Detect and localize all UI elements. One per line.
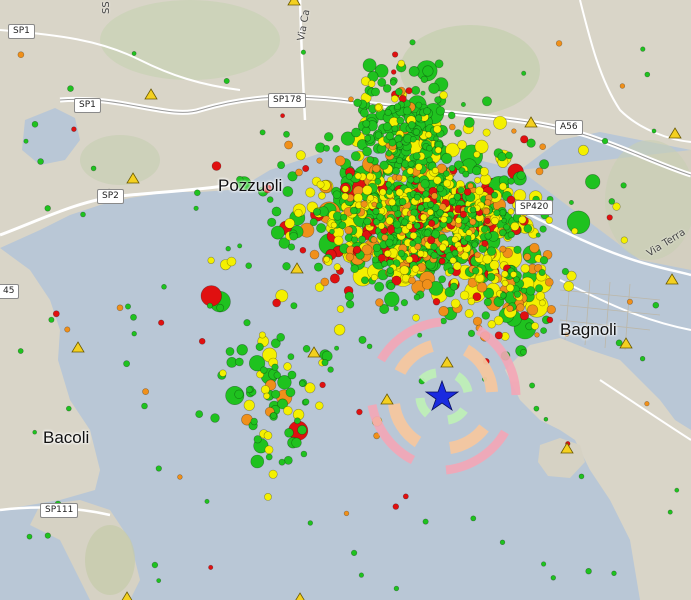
triangle-icon[interactable]	[126, 172, 140, 184]
triangle-icon[interactable]	[560, 442, 574, 454]
triangle-icon[interactable]	[524, 116, 538, 128]
triangle-icon[interactable]	[665, 273, 679, 285]
road-label-sp178: SP178	[268, 93, 307, 108]
place-label-bacoli: Bacoli	[43, 428, 90, 447]
road-label-sp420: SP420	[515, 200, 554, 215]
place-label-pozzuoli: Pozzuoli	[218, 176, 283, 195]
triangle-icon[interactable]	[121, 591, 133, 600]
triangle-icon[interactable]	[619, 337, 633, 349]
triangle-icon[interactable]	[440, 356, 454, 368]
street-label-ss: SS	[101, 1, 112, 14]
triangle-icon[interactable]	[307, 346, 321, 358]
triangle-icon[interactable]	[290, 262, 304, 274]
triangle-icon[interactable]	[294, 592, 306, 600]
triangle-icon[interactable]	[144, 88, 158, 100]
road-label-sp1-b: SP1	[74, 98, 101, 113]
seismic-map[interactable]: SP1 SP1 SP178 SP2 A56 SP420 SP111 45 Via…	[0, 0, 691, 600]
triangle-icon[interactable]	[71, 341, 85, 353]
triangle-icon[interactable]	[380, 393, 394, 405]
stations-layer	[71, 0, 682, 600]
road-label-cut-45: 45	[0, 284, 20, 299]
road-label-a56: A56	[555, 120, 583, 135]
triangle-icon[interactable]	[287, 0, 301, 6]
road-label-sp2: SP2	[97, 189, 124, 204]
place-label-bagnoli: Bagnoli	[560, 320, 617, 339]
road-label-sp111: SP111	[40, 503, 79, 518]
road-label-sp1-a: SP1	[8, 24, 35, 39]
triangle-icon[interactable]	[668, 127, 682, 139]
